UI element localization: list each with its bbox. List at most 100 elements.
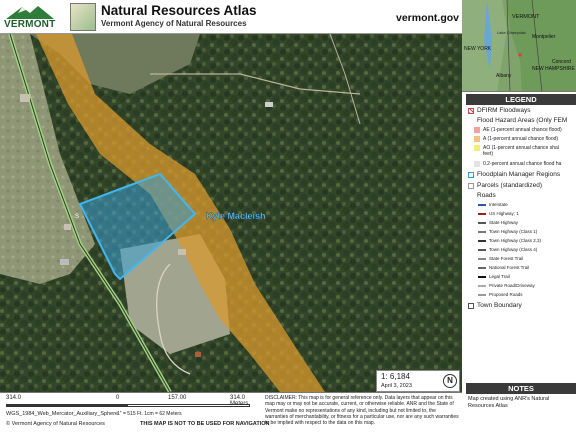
legend-item-label: 0.2-percent annual chance flood ha — [483, 161, 562, 167]
legend-line-icon — [478, 249, 486, 251]
building — [178, 249, 186, 255]
legend-item-label: Interstate — [489, 202, 508, 207]
legend-item-label: National Forest Trail — [489, 265, 530, 270]
legend-item: AE (1-percent annual chance flood) — [466, 126, 576, 134]
legend-item-label: Floodplain Manager Regions — [477, 171, 561, 178]
legend-item-label: Legal Trail — [489, 274, 510, 279]
unit-conversion: 1" = 515 Ft. 1cm = 62 Meters — [117, 411, 182, 417]
copyright: © Vermont Agency of Natural Resources — [6, 421, 105, 427]
legend-item: Legal Trail — [466, 273, 576, 281]
svg-text:Concord: Concord — [552, 59, 571, 65]
parcel-owner-label: Kyle Macleish — [206, 211, 266, 221]
legend-item: Town Boundary — [466, 302, 576, 310]
scale-bar: 314.0 0 157.00 314.0 Meters — [6, 395, 261, 411]
legend-item: Flood Hazard Areas (Only FEM — [466, 117, 576, 125]
legend-item-label: Proposed Roads — [489, 292, 523, 297]
legend-item-label: AE (1-percent annual chance flood) — [483, 127, 562, 133]
building — [195, 352, 201, 357]
legend-line-icon — [478, 222, 486, 224]
legend-line-icon — [478, 285, 486, 287]
legend-item-label: State Highway — [489, 220, 519, 225]
svg-text:VERMONT: VERMONT — [512, 14, 540, 20]
building — [64, 224, 71, 230]
legend-item: Town Highway (Class 1) — [466, 228, 576, 236]
legend-line-icon — [478, 231, 486, 233]
legend-item-label: DFIRM Floodways — [477, 107, 531, 114]
atlas-map-icon — [70, 3, 96, 31]
map-scale-ratio: 1: 6,184 — [381, 372, 410, 381]
projection-label: WGS_1984_Web_Mercator_Auxiliary_Sphere — [6, 411, 119, 417]
locator-inset: VERMONT Lake Champlain Montpelier Concor… — [462, 0, 576, 91]
legend-item-label: Parcels (standardized) — [477, 182, 543, 189]
legend-item: Proposed Roads — [466, 291, 576, 299]
legend-item: Town Highway (Class 2,3) — [466, 237, 576, 245]
legend-swatch-icon — [468, 303, 474, 309]
scale-bar-graphic — [6, 404, 250, 407]
map-footer: 314.0 0 157.00 314.0 Meters WGS_1984_Web… — [0, 392, 462, 432]
legend-line-icon — [478, 276, 486, 278]
legend-item-label: Town Highway (Class 4) — [489, 247, 538, 252]
notes-text: Map created using ANR's Natural Resource… — [468, 396, 550, 409]
map-date: April 3, 2023 — [381, 383, 412, 389]
legend-line-icon — [478, 258, 486, 260]
legend-item: feet) — [466, 150, 576, 158]
locator-map[interactable]: VERMONT Lake Champlain Montpelier Concor… — [462, 0, 576, 92]
svg-text:Lake Champlain: Lake Champlain — [497, 30, 526, 35]
legend-swatch-icon — [468, 108, 474, 114]
legend-item: State Forest Trail — [466, 255, 576, 263]
legend-item: Town Highway (Class 4) — [466, 246, 576, 254]
map-view[interactable]: Kyle Macleish S — [0, 34, 462, 392]
legend-item-label: A (1-percent annual chance flood) — [483, 136, 559, 142]
svg-text:Montpelier: Montpelier — [532, 34, 556, 40]
legend-item-label: Town Highway (Class 2,3) — [489, 238, 542, 243]
legend-line-icon — [478, 204, 486, 206]
legend-item: US Highway; 1 — [466, 210, 576, 218]
legend-item-label: US Highway; 1 — [489, 211, 519, 216]
legend-item-label: feet) — [483, 151, 494, 157]
scale-tick: 157.00 — [168, 395, 187, 401]
legend-item: Roads — [466, 192, 576, 200]
logo-wordmark: VERMONT — [4, 19, 56, 30]
legend-line-icon — [478, 213, 486, 215]
road-label: S — [75, 214, 79, 220]
legend-swatch-icon — [474, 136, 480, 142]
legend-item: A (1-percent annual chance flood) — [466, 135, 576, 143]
legend-item: DFIRM Floodways — [466, 107, 576, 115]
building — [20, 94, 30, 102]
navigation-warning: THIS MAP IS NOT TO BE USED FOR NAVIGATIO… — [140, 421, 270, 427]
legend-swatch-icon — [474, 161, 480, 167]
scale-tick: 0 — [116, 395, 120, 401]
legend-item-label: Flood Hazard Areas (Only FEM — [477, 117, 568, 124]
legend-swatch-icon — [468, 172, 474, 178]
atlas-header: VERMONT Natural Resources Atlas Vermont … — [0, 0, 462, 34]
north-arrow-icon: N — [443, 374, 457, 388]
aerial-imagery[interactable]: Kyle Macleish S — [0, 34, 462, 392]
disclaimer: DISCLAIMER: This map is for general refe… — [265, 395, 459, 427]
legend-line-icon — [478, 294, 486, 296]
legend-item: Floodplain Manager Regions — [466, 171, 576, 179]
legend-title: LEGEND — [466, 94, 576, 105]
legend-line-icon — [478, 267, 486, 269]
scale-panel: 1: 6,184 April 3, 2023 N — [376, 370, 460, 392]
site-link[interactable]: vermont.gov — [396, 12, 459, 24]
legend-item-label: Town Boundary — [477, 302, 522, 309]
legend-swatch-icon — [474, 127, 480, 133]
legend-item-label: Roads — [477, 192, 496, 199]
legend-item-label: Private Road/Driveway — [489, 283, 535, 288]
svg-text:NEW YORK: NEW YORK — [464, 46, 492, 52]
legend-panel: DFIRM Floodways Flood Hazard Areas (Only … — [466, 105, 576, 381]
svg-text:Albany: Albany — [496, 73, 512, 79]
legend-swatch-icon — [468, 183, 474, 189]
legend-item-label: State Forest Trail — [489, 256, 524, 261]
legend-item: National Forest Trail — [466, 264, 576, 272]
legend-item-label: Town Highway (Class 1) — [489, 229, 538, 234]
legend-item: Private Road/Driveway — [466, 282, 576, 290]
legend-item: Interstate — [466, 201, 576, 209]
legend-line-icon — [478, 240, 486, 242]
page-title: Natural Resources Atlas — [101, 3, 257, 18]
building — [60, 259, 69, 265]
svg-text:NEW HAMPSHIRE: NEW HAMPSHIRE — [532, 66, 575, 72]
scale-tick: 314.0 — [6, 395, 22, 401]
notes-title: NOTES — [466, 383, 576, 394]
building — [265, 102, 273, 107]
